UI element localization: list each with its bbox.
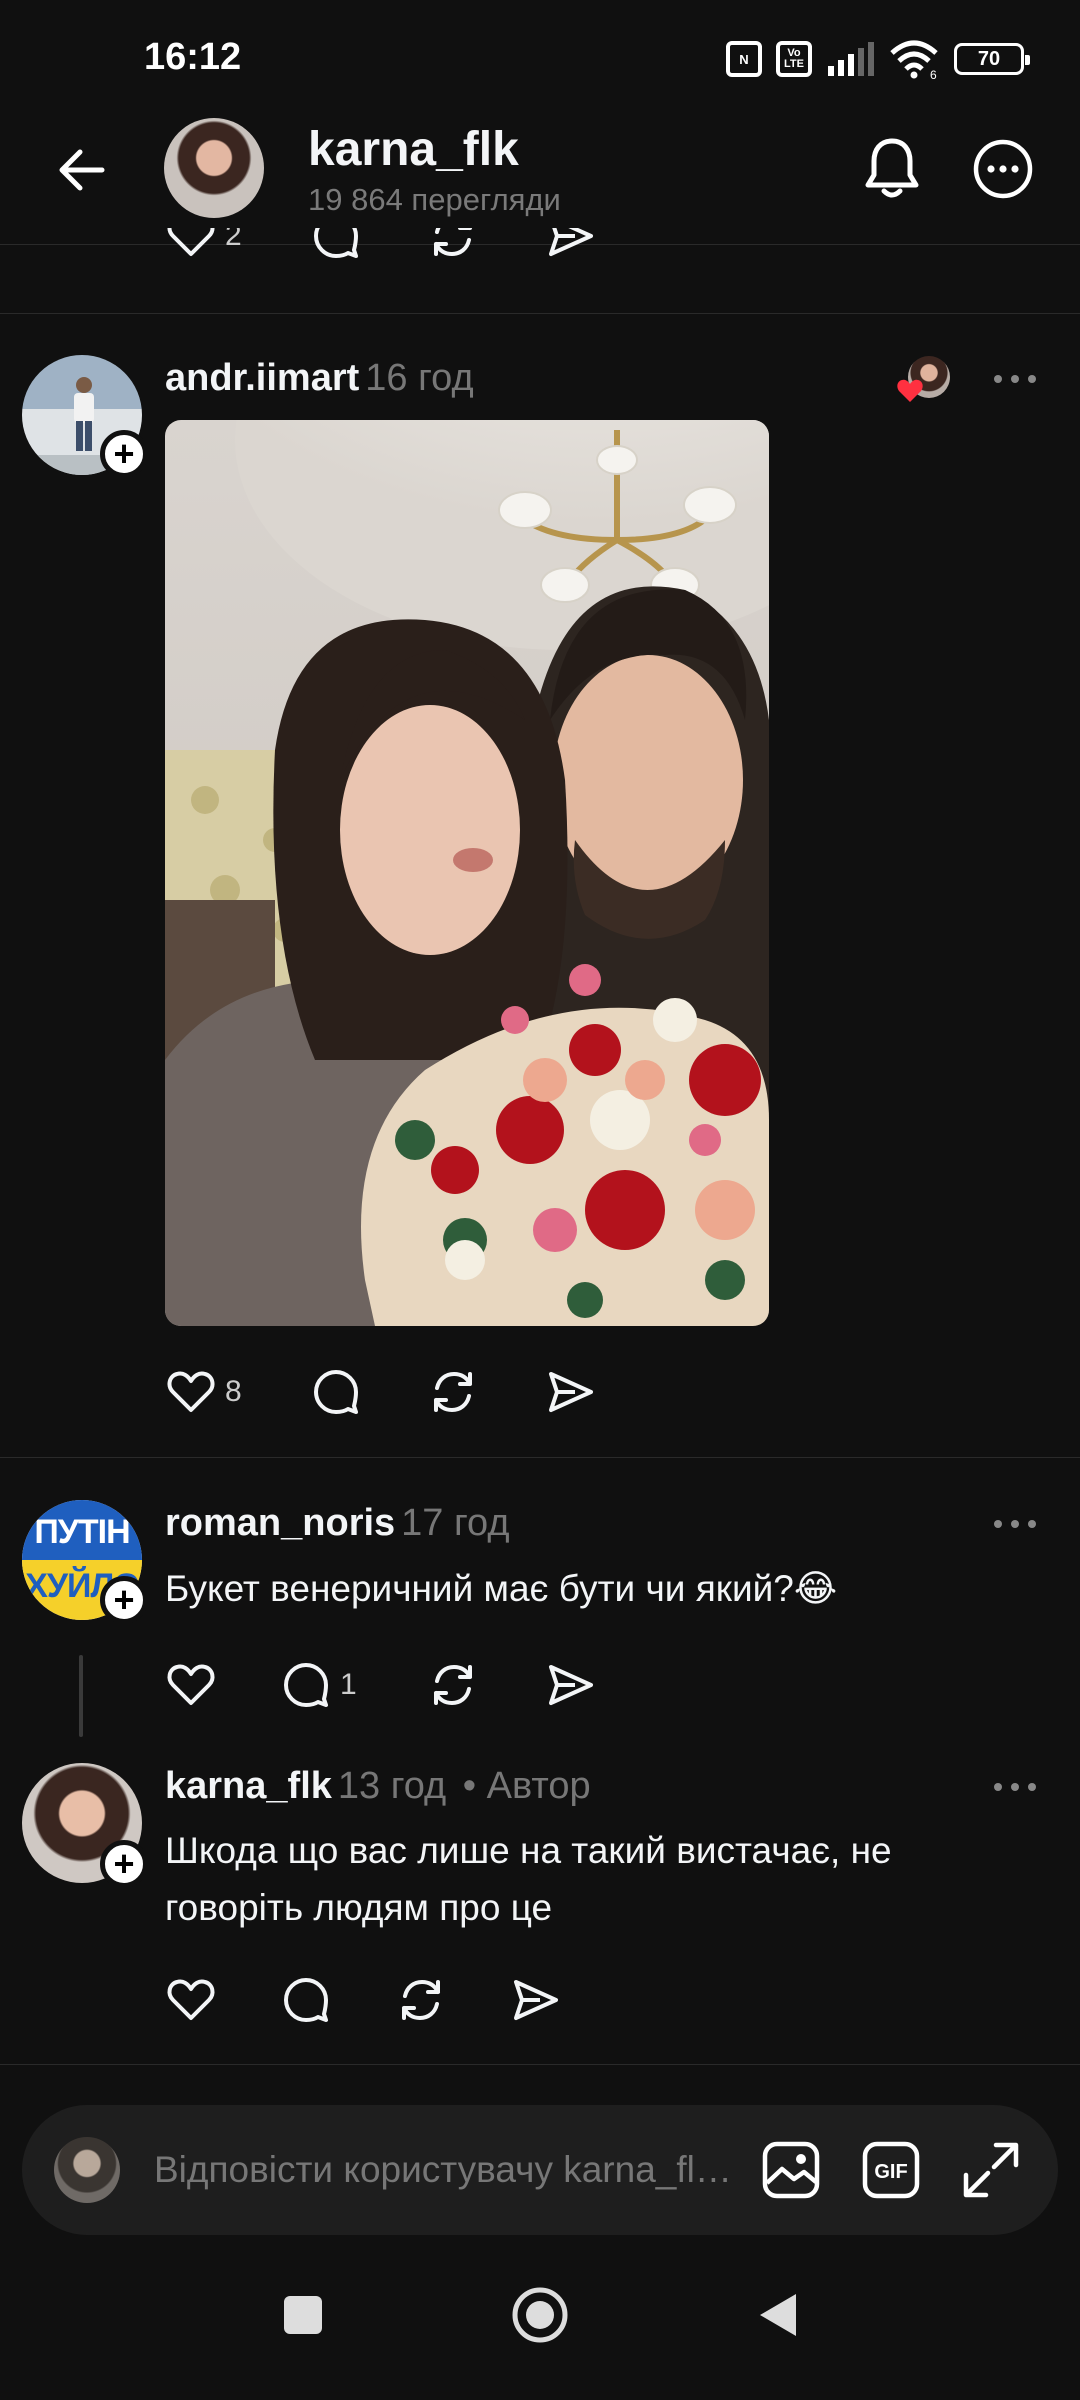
repost-icon — [434, 228, 472, 256]
post-time: 16 год — [365, 357, 474, 399]
repost-button[interactable] — [427, 1362, 479, 1422]
status-time: 16:12 — [144, 36, 242, 78]
repost-button[interactable] — [427, 1655, 479, 1715]
heart-icon — [167, 228, 215, 256]
comment-author-line: karna_flk 13 год • Автор — [165, 1765, 591, 1808]
couple-with-bouquet-photo — [165, 420, 769, 1326]
divider — [0, 2064, 1080, 2065]
repost-icon — [434, 1372, 472, 1412]
like-button[interactable]: 2 — [165, 228, 242, 266]
post-username[interactable]: andr.iimart — [165, 357, 359, 399]
svg-text:6: 6 — [930, 68, 937, 79]
heart-icon — [167, 1664, 215, 1705]
comment-time: 17 год — [401, 1502, 510, 1544]
system-nav-bar — [0, 2250, 1080, 2400]
nav-square-icon[interactable] — [268, 2280, 338, 2350]
thread-header: karna_flk 19 864 перегляди — [0, 110, 1080, 245]
battery-indicator: 70 — [954, 43, 1030, 75]
post-image[interactable] — [165, 420, 769, 1326]
status-bar: 16:12 N Vo LTE 6 70 — [0, 0, 1080, 120]
comment-more-icon[interactable] — [992, 1780, 1038, 1794]
image-icon[interactable] — [760, 2139, 822, 2201]
nav-home-icon[interactable] — [505, 2280, 575, 2350]
follow-plus-button[interactable]: + — [100, 1576, 148, 1624]
reply-input[interactable]: Відповісти користувачу karna_flk… — [154, 2149, 744, 2191]
author-tag: • Автор — [462, 1765, 591, 1807]
back-arrow-icon[interactable] — [52, 140, 112, 200]
wifi-icon: 6 — [890, 40, 938, 79]
share-button[interactable] — [510, 1970, 562, 2030]
divider — [0, 1457, 1080, 1458]
header-username[interactable]: karna_flk — [308, 122, 519, 177]
header-avatar[interactable] — [164, 118, 264, 218]
post-more-icon[interactable] — [992, 372, 1038, 386]
nfc-icon: N — [726, 41, 762, 77]
heart-badge-icon — [897, 379, 923, 402]
heart-icon — [167, 1979, 215, 2020]
follow-plus-button[interactable]: + — [100, 430, 148, 478]
post-author-line: andr.iimart 16 год — [165, 357, 474, 400]
comment-text: Шкода що вас лише на такий вистачає, не … — [165, 1830, 892, 1928]
comment-username[interactable]: roman_noris — [165, 1502, 395, 1544]
divider — [0, 313, 1080, 314]
share-icon — [549, 1665, 593, 1705]
repost-icon — [402, 1980, 440, 2020]
follow-plus-button[interactable]: + — [100, 1840, 148, 1888]
like-button[interactable] — [165, 1655, 217, 1715]
reply-composer[interactable]: Відповісти користувачу karna_flk… GIF — [22, 2105, 1058, 2235]
comment-author-line: roman_noris 17 год — [165, 1502, 510, 1545]
previous-post-actions: 2 — [0, 228, 1080, 270]
share-button[interactable] — [545, 1655, 597, 1715]
current-user-avatar — [54, 2137, 120, 2203]
share-icon — [549, 228, 593, 256]
comment-more-icon[interactable] — [992, 1517, 1038, 1531]
reply-count: 1 — [340, 1668, 357, 1701]
bell-icon[interactable] — [862, 135, 922, 201]
expand-icon[interactable] — [960, 2139, 1022, 2201]
comment-text: Букет венеричний має бути чи який?😂 — [165, 1568, 838, 1609]
signal-icon — [828, 42, 874, 76]
comment-icon — [314, 1370, 358, 1414]
volte-icon: Vo LTE — [776, 41, 812, 77]
share-icon — [549, 1372, 593, 1412]
comment-button[interactable] — [310, 1362, 362, 1422]
more-icon[interactable] — [972, 138, 1034, 200]
liked-by-avatar[interactable] — [896, 356, 954, 404]
nav-back-icon[interactable] — [742, 2280, 812, 2350]
comment-username[interactable]: karna_flk — [165, 1765, 332, 1807]
gif-icon[interactable]: GIF — [860, 2139, 922, 2201]
share-button[interactable] — [545, 1362, 597, 1422]
like-button[interactable]: 8 — [165, 1362, 242, 1422]
repost-icon — [434, 1665, 472, 1705]
comment-time: 13 год — [337, 1765, 447, 1807]
repost-button[interactable] — [427, 228, 479, 266]
comment-icon — [314, 228, 358, 258]
comment-icon — [284, 1663, 328, 1707]
svg-text:GIF: GIF — [874, 2161, 907, 2183]
comment-icon — [284, 1978, 328, 2022]
like-button[interactable] — [165, 1970, 217, 2030]
heart-icon — [167, 1371, 215, 1412]
like-count: 8 — [225, 1375, 242, 1408]
like-count: 2 — [225, 228, 242, 252]
repost-button[interactable] — [395, 1970, 447, 2030]
status-icons: N Vo LTE 6 70 — [726, 38, 1030, 80]
avatar-flag-top: ПУТІН — [22, 1500, 142, 1560]
comment-button[interactable] — [310, 228, 362, 266]
share-icon — [514, 1980, 558, 2020]
share-button[interactable] — [545, 228, 597, 266]
comment-button[interactable] — [280, 1970, 332, 2030]
header-views: 19 864 перегляди — [308, 182, 561, 217]
thread-line — [79, 1655, 83, 1737]
comment-button[interactable]: 1 — [280, 1655, 357, 1715]
